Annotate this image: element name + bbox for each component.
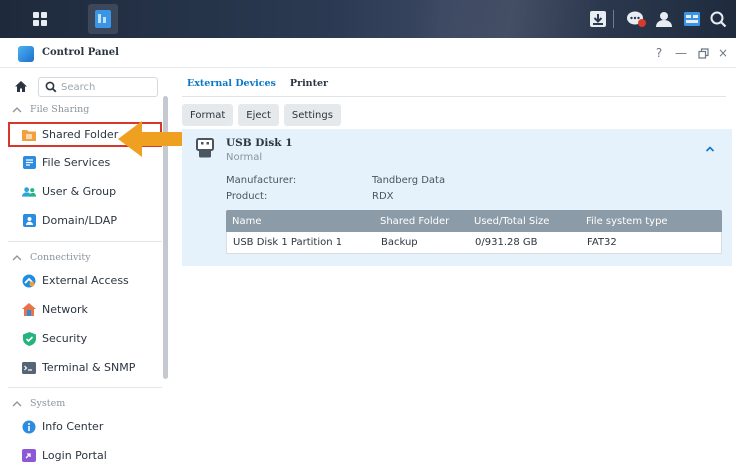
widgets-icon xyxy=(684,12,700,26)
sidebar-item-login-portal[interactable]: Login Portal xyxy=(8,443,162,466)
control-panel-icon xyxy=(95,10,111,28)
sidebar-item-label: File Services xyxy=(42,156,111,169)
window-title-bar: Control Panel ? — × xyxy=(0,38,736,68)
partition-table: Name Shared Folder Used/Total Size File … xyxy=(226,210,722,254)
download-button[interactable] xyxy=(586,7,610,31)
partition-size: 0/931.28 GB xyxy=(475,237,538,248)
sidebar-item-label: Info Center xyxy=(42,420,104,433)
tab-underline xyxy=(182,96,726,97)
annotation-arrow xyxy=(118,121,186,157)
tab-printer[interactable]: Printer xyxy=(290,78,328,94)
column-header[interactable]: File system type xyxy=(580,216,720,227)
partition-name: USB Disk 1 Partition 1 xyxy=(233,237,343,248)
info-center-icon xyxy=(22,420,36,434)
eject-button[interactable]: Eject xyxy=(238,104,279,126)
external-access-icon xyxy=(22,274,36,288)
network-icon xyxy=(22,303,36,317)
column-header[interactable]: Shared Folder xyxy=(374,216,468,227)
taskbar-sheen xyxy=(420,0,600,38)
shared-folder-icon xyxy=(22,128,36,142)
chevron-up-icon xyxy=(12,400,22,407)
sidebar-item-label: Shared Folder xyxy=(42,128,119,141)
sidebar-item-network[interactable]: Network xyxy=(8,297,162,322)
user-group-icon xyxy=(22,185,36,199)
taskbar-search-button[interactable] xyxy=(706,7,730,31)
security-icon xyxy=(22,331,36,346)
column-header[interactable]: Name xyxy=(226,216,374,227)
sidebar-item-domain-ldap[interactable]: Domain/LDAP xyxy=(8,208,162,233)
window-title: Control Panel xyxy=(42,47,119,58)
sidebar-item-label: Network xyxy=(42,303,88,316)
product-value: RDX xyxy=(372,191,394,202)
grid-icon xyxy=(33,12,47,26)
domain-ldap-icon xyxy=(22,214,36,228)
section-system[interactable]: System xyxy=(0,392,160,414)
search-icon xyxy=(710,11,727,28)
chat-icon xyxy=(627,11,646,27)
restore-icon xyxy=(697,47,709,59)
section-label: Connectivity xyxy=(30,251,91,263)
minimize-button[interactable]: — xyxy=(672,44,690,62)
sidebar-item-label: User & Group xyxy=(42,185,117,198)
download-icon xyxy=(590,11,606,27)
close-button[interactable]: × xyxy=(714,44,732,62)
terminal-icon xyxy=(22,361,36,375)
section-connectivity[interactable]: Connectivity xyxy=(0,246,160,268)
chevron-up-icon xyxy=(12,106,22,113)
usb-icon xyxy=(196,138,214,158)
manufacturer-label: Manufacturer: xyxy=(226,175,297,186)
taskbar-control-panel-button[interactable] xyxy=(88,4,118,34)
main-menu-button[interactable] xyxy=(25,4,55,34)
restore-button[interactable] xyxy=(694,44,712,62)
section-file-sharing[interactable]: File Sharing xyxy=(0,98,160,120)
sidebar-item-label: Domain/LDAP xyxy=(42,214,117,227)
section-label: System xyxy=(30,397,66,409)
taskbar-divider xyxy=(613,10,614,28)
help-button[interactable]: ? xyxy=(650,44,668,62)
table-row[interactable]: USB Disk 1 Partition 1 Backup 0/931.28 G… xyxy=(226,232,722,254)
control-panel-app-icon xyxy=(18,46,34,62)
search-input[interactable] xyxy=(61,80,153,95)
device-name: USB Disk 1 xyxy=(226,137,293,149)
taskbar xyxy=(0,0,736,38)
format-button[interactable]: Format xyxy=(182,104,234,126)
device-panel[interactable]: USB Disk 1 Normal Manufacturer: Tandberg… xyxy=(182,129,732,266)
settings-button[interactable]: Settings xyxy=(283,104,341,126)
notifications-button[interactable] xyxy=(624,7,648,31)
sidebar-item-terminal-snmp[interactable]: Terminal & SNMP xyxy=(8,355,162,380)
manufacturer-value: Tandberg Data xyxy=(372,175,446,186)
chevron-up-icon xyxy=(12,254,22,261)
sidebar-item-external-access[interactable]: External Access xyxy=(8,268,162,293)
sidebar-item-label: Security xyxy=(42,332,88,345)
sidebar-item-user-group[interactable]: User & Group xyxy=(8,179,162,204)
chevron-up-icon[interactable] xyxy=(704,143,716,155)
login-portal-icon xyxy=(22,449,36,463)
search-box[interactable] xyxy=(38,77,158,97)
user-icon xyxy=(656,12,672,27)
table-header: Name Shared Folder Used/Total Size File … xyxy=(226,210,722,232)
user-button[interactable] xyxy=(652,7,676,31)
home-button[interactable] xyxy=(12,77,30,95)
section-label: File Sharing xyxy=(30,103,90,115)
device-status: Normal xyxy=(226,152,263,163)
tab-bar: External Devices Printer xyxy=(187,78,342,94)
sidebar-item-label: External Access xyxy=(42,274,129,287)
column-header[interactable]: Used/Total Size xyxy=(468,216,580,227)
product-label: Product: xyxy=(226,191,268,202)
section-divider xyxy=(8,387,162,388)
sidebar-item-label: Login Portal xyxy=(42,449,107,462)
file-services-icon xyxy=(22,156,36,170)
toolbar: Format Eject Settings xyxy=(182,104,346,126)
partition-filesystem: FAT32 xyxy=(587,237,617,248)
search-icon xyxy=(45,81,57,93)
widgets-button[interactable] xyxy=(680,7,704,31)
partition-shared-folder: Backup xyxy=(381,237,418,248)
home-icon xyxy=(15,80,27,92)
sidebar-item-security[interactable]: Security xyxy=(8,326,162,351)
sidebar-item-info-center[interactable]: Info Center xyxy=(8,414,162,439)
sidebar-item-label: Terminal & SNMP xyxy=(42,361,136,374)
section-divider xyxy=(8,241,162,242)
tab-external-devices[interactable]: External Devices xyxy=(187,78,276,94)
